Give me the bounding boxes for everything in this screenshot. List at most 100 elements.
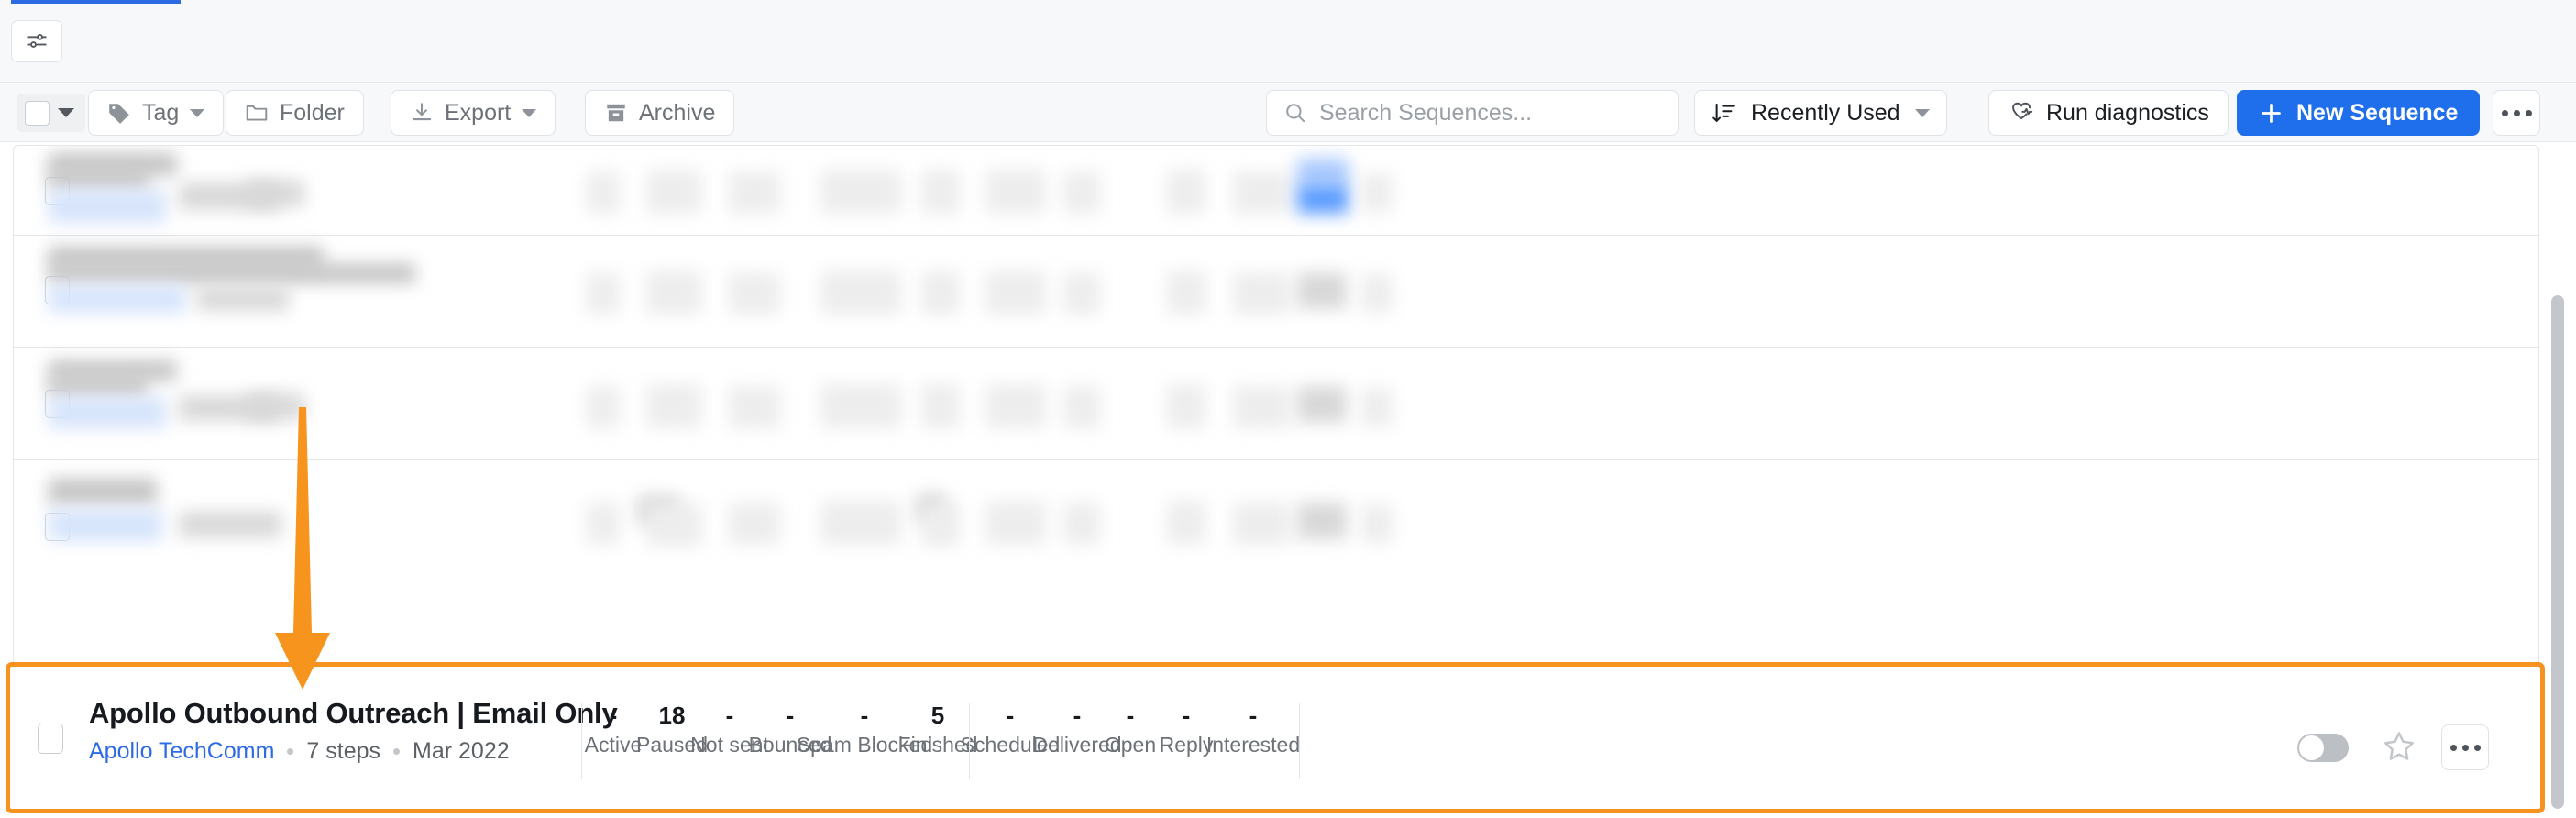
more-horizontal-icon xyxy=(2513,109,2520,116)
search-sequences-box[interactable] xyxy=(1266,90,1679,136)
obscured-action[interactable] xyxy=(1361,504,1393,543)
stat-divider xyxy=(969,703,970,779)
run-diagnostics-button[interactable]: Run diagnostics xyxy=(1988,90,2229,136)
chevron-down-icon[interactable] xyxy=(58,108,74,117)
obscured-stat xyxy=(646,271,701,315)
obscured-stat xyxy=(1233,503,1290,545)
obscured-stat xyxy=(1233,272,1290,315)
sequence-active-toggle[interactable] xyxy=(2297,734,2349,762)
toolbar-overflow-button[interactable] xyxy=(2493,90,2540,136)
more-horizontal-icon xyxy=(2449,744,2457,751)
vertical-scrollbar[interactable] xyxy=(2551,295,2564,809)
obscured-meta xyxy=(248,393,304,419)
obscured-stat xyxy=(985,271,1046,315)
sort-label: Recently Used xyxy=(1751,99,1900,126)
obscured-stat xyxy=(820,170,901,214)
export-button[interactable]: Export xyxy=(391,90,556,136)
run-diagnostics-label: Run diagnostics xyxy=(2046,99,2209,126)
table-row[interactable] xyxy=(14,146,2538,236)
obscured-stat xyxy=(729,272,780,315)
obscured-meta xyxy=(179,512,281,537)
select-all-checkbox[interactable] xyxy=(25,100,50,126)
search-icon xyxy=(1286,104,1305,123)
obscured-subtitle xyxy=(49,397,166,428)
obscured-subtitle xyxy=(49,510,162,541)
obscured-stat xyxy=(646,384,701,428)
obscured-stat xyxy=(921,503,960,547)
filter-toggle-button[interactable] xyxy=(11,20,62,62)
obscured-title xyxy=(49,377,148,397)
select-all-group[interactable] xyxy=(17,94,85,132)
obscured-stat xyxy=(1233,171,1290,214)
table-row[interactable] xyxy=(14,348,2538,460)
chevron-down-icon[interactable] xyxy=(522,108,537,117)
star-icon xyxy=(2384,732,2414,760)
obscured-stat xyxy=(1167,501,1205,545)
obscured-toggle[interactable] xyxy=(1297,159,1349,186)
more-horizontal-icon xyxy=(2461,744,2469,751)
obscured-stat xyxy=(985,384,1046,428)
sort-desc-icon xyxy=(1712,103,1735,122)
obscured-meta xyxy=(248,181,304,206)
sequence-steps: 7 steps xyxy=(306,738,381,764)
plus-icon xyxy=(2262,103,2281,123)
obscured-subtitle xyxy=(49,285,186,313)
sequence-account-link[interactable]: Apollo TechComm xyxy=(89,738,274,765)
obscured-stat xyxy=(1063,171,1100,214)
obscured-stat xyxy=(921,384,960,428)
obscured-toggle[interactable] xyxy=(1297,184,1349,214)
archive-button[interactable]: Archive xyxy=(585,90,735,136)
sequence-date: Mar 2022 xyxy=(413,738,510,764)
more-horizontal-icon xyxy=(2501,109,2508,116)
download-icon xyxy=(412,103,432,121)
obscured-action[interactable] xyxy=(1361,173,1393,212)
obscured-toggle[interactable] xyxy=(1297,272,1347,309)
obscured-stat xyxy=(820,501,901,545)
separator-dot xyxy=(393,748,401,755)
table-row[interactable] xyxy=(14,460,2538,602)
obscured-stat xyxy=(820,271,901,315)
chevron-down-icon[interactable] xyxy=(190,108,205,117)
favorite-star-button[interactable] xyxy=(2382,729,2416,768)
obscured-stat xyxy=(587,503,620,545)
toggle-knob xyxy=(2299,735,2324,760)
stat-interested: - Interested xyxy=(1152,702,1354,760)
folder-button[interactable]: Folder xyxy=(226,90,364,136)
more-horizontal-icon xyxy=(2473,744,2481,751)
obscured-stat xyxy=(646,503,701,547)
highlighted-sequence-row[interactable]: Apollo Outbound Outreach | Email Only Ap… xyxy=(6,662,2545,813)
tag-icon xyxy=(109,104,129,124)
more-horizontal-icon xyxy=(2525,109,2532,116)
obscured-toggle[interactable] xyxy=(1297,386,1347,423)
obscured-stat xyxy=(985,170,1046,214)
obscured-action[interactable] xyxy=(1361,274,1393,313)
row-overflow-button[interactable] xyxy=(2441,724,2489,770)
sliders-icon xyxy=(27,33,47,48)
new-sequence-button[interactable]: New Sequence xyxy=(2237,90,2481,136)
obscured-stat xyxy=(1167,170,1205,214)
tag-button-label: Tag xyxy=(142,99,180,126)
obscured-subtitle xyxy=(49,190,166,223)
search-input[interactable] xyxy=(1319,99,1658,127)
obscured-stat xyxy=(1233,386,1290,428)
table-row[interactable] xyxy=(14,236,2538,348)
heart-pulse-icon xyxy=(2012,102,2033,120)
action-toolbar: Tag Folder Export Archive Search Sequenc… xyxy=(0,83,2576,142)
obscured-stat xyxy=(729,503,780,545)
obscured-stat xyxy=(1167,271,1205,315)
obscured-stat xyxy=(646,170,701,214)
stat-divider xyxy=(1299,703,1300,779)
stat-label: Interested xyxy=(1205,733,1301,757)
row-checkbox[interactable] xyxy=(38,724,63,754)
sort-dropdown-button[interactable]: Recently Used xyxy=(1694,90,1947,136)
top-bar xyxy=(0,0,2576,83)
obscured-stat xyxy=(1063,386,1100,428)
folder-button-label: Folder xyxy=(280,99,345,126)
chevron-down-icon[interactable] xyxy=(1914,108,1930,117)
obscured-stat xyxy=(729,171,780,214)
stat-divider xyxy=(581,703,582,779)
tag-button[interactable]: Tag xyxy=(88,90,225,136)
obscured-action[interactable] xyxy=(1361,388,1393,426)
obscured-toggle[interactable] xyxy=(1297,503,1347,539)
obscured-stat xyxy=(729,386,780,428)
